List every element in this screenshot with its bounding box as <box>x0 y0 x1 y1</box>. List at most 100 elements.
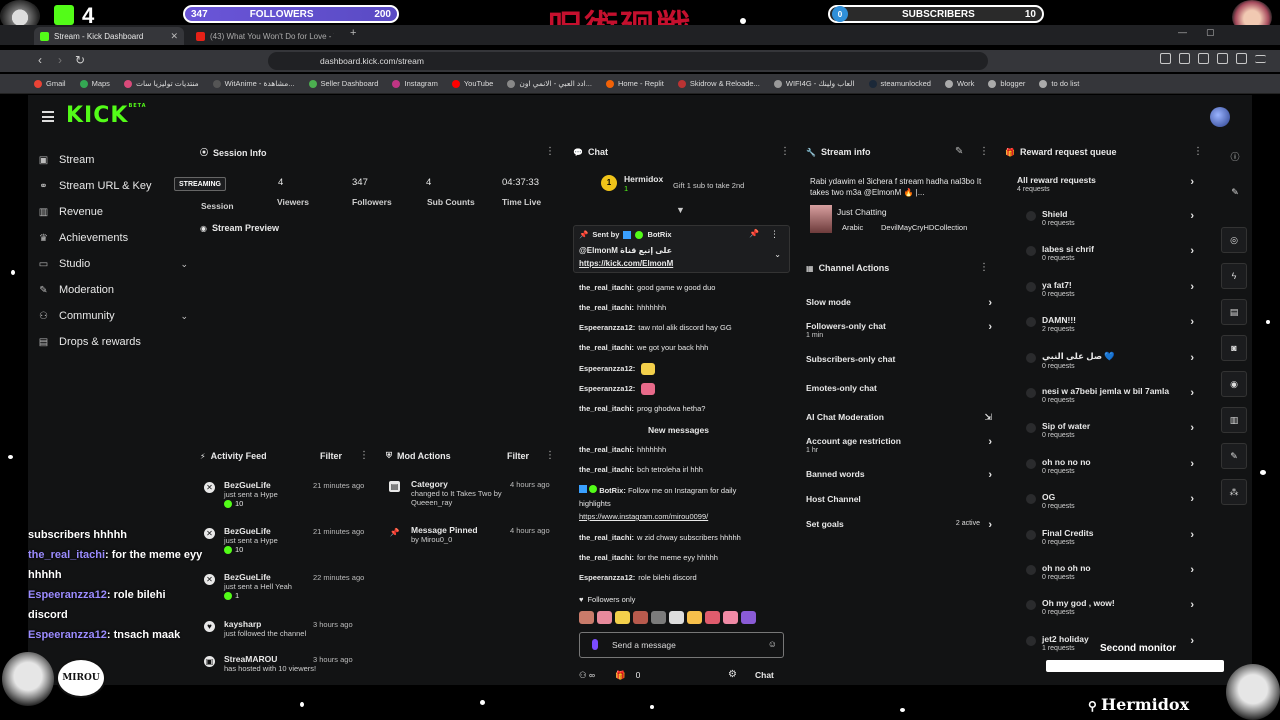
channel-action-followers-only-chat[interactable]: Followers-only chat 1 min › <box>806 321 992 339</box>
sidebar-item-moderation[interactable]: ✎ Moderation <box>38 277 188 303</box>
reward-item[interactable]: oh no oh no 0 requests › <box>1026 563 1194 581</box>
sidebar-item-revenue[interactable]: ▥ Revenue <box>38 199 188 225</box>
bookmark-item[interactable]: منتديات توليزيا سات <box>123 79 199 88</box>
sidebar-item-stream[interactable]: ▣ Stream <box>38 147 188 173</box>
bookmark-item[interactable]: Skidrow & Reloade... <box>677 79 760 88</box>
bookmark-item[interactable]: Work <box>944 79 974 88</box>
menu-icon[interactable] <box>1255 55 1266 63</box>
more-icon[interactable]: ⋮ <box>545 450 555 461</box>
avatar[interactable] <box>1210 107 1230 127</box>
split-view-icon[interactable] <box>1198 53 1209 64</box>
chevron-down-icon[interactable]: ⌄ <box>774 250 781 259</box>
bookmark-item[interactable]: Instagram <box>392 79 438 88</box>
layout-icon[interactable]: ▥ <box>1221 407 1247 433</box>
emote[interactable] <box>687 611 702 624</box>
reward-item[interactable]: صل على النبي 💙 0 requests › <box>1026 351 1194 370</box>
emote[interactable] <box>723 611 738 624</box>
emote[interactable] <box>669 611 684 624</box>
channel-action-host-channel[interactable]: Host Channel <box>806 494 992 504</box>
bookmark-item[interactable]: steamunlocked <box>868 79 931 88</box>
gift-icon[interactable]: 🎁 <box>615 670 626 681</box>
activity-filter-button[interactable]: Filter <box>320 451 342 461</box>
mic-icon[interactable] <box>592 639 598 650</box>
pinned-link[interactable]: https://kick.com/ElmonM <box>579 259 673 268</box>
collections-icon[interactable] <box>1236 53 1247 64</box>
maximize-icon[interactable]: ▢ <box>1206 27 1215 38</box>
bookmark-item[interactable]: Home - Replit <box>605 79 664 88</box>
bookmark-item[interactable]: Gmail <box>34 79 66 88</box>
new-messages-divider[interactable]: New messages <box>648 425 709 435</box>
forward-icon[interactable]: › <box>58 53 62 67</box>
close-icon[interactable]: ✕ <box>170 31 178 42</box>
send-chat-button[interactable]: Chat <box>755 670 774 680</box>
reward-item[interactable]: Shield 0 requests › <box>1026 209 1194 227</box>
bookmark-item[interactable]: Seller Dashboard <box>308 79 378 88</box>
more-icon[interactable]: ⋮ <box>780 146 790 157</box>
emote[interactable] <box>597 611 612 624</box>
edit-icon[interactable]: ✎ <box>955 146 963 157</box>
new-tab-icon[interactable]: + <box>350 27 356 39</box>
info-icon[interactable]: ⓘ <box>1222 143 1248 169</box>
bookmark-item[interactable]: to do list <box>1039 79 1079 88</box>
gifter-badge[interactable]: 1 <box>601 175 617 191</box>
emote[interactable] <box>705 611 720 624</box>
botrix-link[interactable]: https://www.instagram.com/mirou0099/ <box>579 512 708 521</box>
bookmark-item[interactable]: blogger <box>988 79 1025 88</box>
channel-action-slow-mode[interactable]: Slow mode › <box>806 297 992 309</box>
channel-action-banned-words[interactable]: Banned words › <box>806 469 992 481</box>
channel-action-ai-chat-moderation[interactable]: AI Chat Moderation ⇲ <box>806 412 992 422</box>
sidebar-item-achievements[interactable]: ♛ Achievements <box>38 225 188 251</box>
more-icon[interactable]: ⋮ <box>770 229 779 240</box>
favorites-icon[interactable] <box>1217 53 1228 64</box>
more-icon[interactable]: ⋮ <box>1193 146 1203 157</box>
reward-item[interactable]: oh no no no 0 requests › <box>1026 457 1194 475</box>
chat-input[interactable]: Send a message ☺ <box>579 632 784 658</box>
channel-action-set-goals[interactable]: Set goals 2 active › <box>806 519 992 531</box>
channel-action-subscribers-only-chat[interactable]: Subscribers-only chat <box>806 354 992 364</box>
reward-item[interactable]: nesi w a7bebi jemla w bil 7amla 0 request… <box>1026 386 1194 404</box>
emoji-icon[interactable]: ☺ <box>768 639 777 649</box>
emote[interactable] <box>615 611 630 624</box>
reload-icon[interactable]: ↻ <box>75 53 85 67</box>
bookmark-item[interactable]: YouTube <box>451 79 493 88</box>
stream-preview-title[interactable]: ◉ Stream Preview <box>200 223 279 233</box>
reward-item[interactable]: labes si chrif 0 requests › <box>1026 244 1194 262</box>
camera-icon[interactable]: ◎ <box>1221 227 1247 253</box>
settings-icon[interactable]: ⚙ <box>728 669 737 680</box>
users-icon[interactable]: ⚇ ∞ <box>579 670 595 681</box>
channel-action-emotes-only-chat[interactable]: Emotes-only chat <box>806 383 992 393</box>
more-icon[interactable]: ⋮ <box>979 262 989 273</box>
reward-item[interactable]: DAMN!!! 2 requests › <box>1026 315 1194 333</box>
broadcast-icon[interactable]: ◉ <box>1221 371 1247 397</box>
more-icon[interactable]: ⋮ <box>545 146 555 157</box>
save-page-icon[interactable] <box>1179 53 1190 64</box>
reward-item[interactable]: Final Credits 0 requests › <box>1026 528 1194 546</box>
more-icon[interactable]: ⋮ <box>359 450 369 461</box>
nodes-icon[interactable]: ⁂ <box>1221 479 1247 505</box>
emote[interactable] <box>579 611 594 624</box>
bookmark-item[interactable]: WIFI4G - العاب ولينك <box>773 79 855 88</box>
kick-logo[interactable]: KICKBETA <box>66 103 147 128</box>
unpin-icon[interactable]: 📌 <box>749 229 759 238</box>
bookmark-item[interactable]: WitAnime - مشاهدة... <box>212 79 295 88</box>
bookmark-item[interactable]: ادد العبي - الانمي اون... <box>507 79 592 88</box>
chat-bubble-icon[interactable]: ◙ <box>1221 335 1247 361</box>
extension-icon[interactable] <box>1160 53 1171 64</box>
emote[interactable] <box>741 611 756 624</box>
reward-item[interactable]: Sip of water 0 requests › <box>1026 421 1194 439</box>
edit-icon[interactable]: ✎ <box>1222 179 1248 205</box>
minimize-icon[interactable]: — <box>1178 27 1187 37</box>
more-icon[interactable]: ⋮ <box>979 146 989 157</box>
bookmark-item[interactable]: Maps <box>79 79 110 88</box>
url-input[interactable]: dashboard.kick.com/stream <box>268 52 988 70</box>
sidebar-item-stream-url-key[interactable]: ⚭ Stream URL & Key <box>38 173 188 199</box>
lightning-icon[interactable]: ϟ <box>1221 263 1247 289</box>
reward-item[interactable]: OG 0 requests › <box>1026 492 1194 510</box>
reward-item[interactable]: Oh my god , wow! 0 requests › <box>1026 598 1194 616</box>
pinned-message[interactable]: 📌 Sent by BotRix 📌 ⋮ @ElmonM على إتبع قن… <box>573 225 790 273</box>
document-icon[interactable]: ▤ <box>1221 299 1247 325</box>
emote[interactable] <box>651 611 666 624</box>
tab-youtube[interactable]: (43) What You Won't Do for Love - Yo <box>190 27 340 45</box>
tab-kick-dashboard[interactable]: Stream - Kick Dashboard ✕ <box>34 27 184 45</box>
all-reward-requests[interactable]: All reward requests 4 requests › <box>1017 175 1194 193</box>
